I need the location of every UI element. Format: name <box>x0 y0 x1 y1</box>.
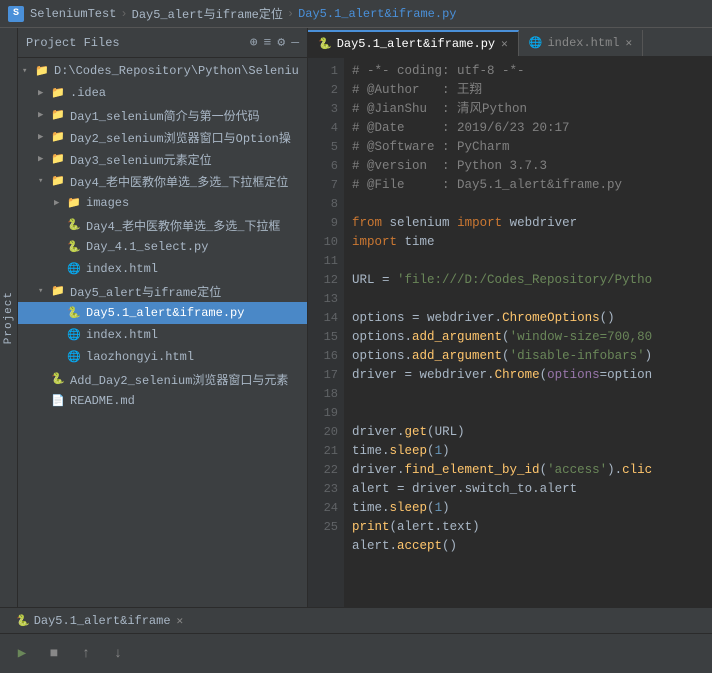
line-numbers: 12345 678910 1112131415 1617181920 21222… <box>308 58 344 607</box>
root-arrow: ▾ <box>22 66 34 76</box>
breadcrumb-file: Day5.1_alert&iframe.py <box>298 7 456 21</box>
tab-day51py[interactable]: 🐍 Day5.1_alert&iframe.py ✕ <box>308 30 519 56</box>
collapse-icon[interactable]: ≡ <box>264 35 272 50</box>
idea-icon: 📁 <box>50 85 66 101</box>
scroll-up-button[interactable]: ↑ <box>72 640 100 668</box>
tree-item-day4[interactable]: ▾ 📁 Day4_老中医教你单选_多选_下拉框定位 <box>18 170 307 192</box>
tree-item-day4-html[interactable]: ▶ 🌐 index.html <box>18 258 307 280</box>
day4py-icon: 🐍 <box>66 217 82 233</box>
main-layout: Project Project Files ⊕ ≡ ⚙ — ▾ 📁 D:\Cod… <box>0 28 712 607</box>
day2-arrow: ▶ <box>38 132 50 142</box>
day5html-label: index.html <box>86 328 158 342</box>
scroll-down-button[interactable]: ↓ <box>104 640 132 668</box>
addday2-icon: 🐍 <box>50 371 66 387</box>
tree-item-day5[interactable]: ▾ 📁 Day5_alert与iframe定位 <box>18 280 307 302</box>
project-panel-label[interactable]: Project <box>0 28 18 607</box>
tree-root[interactable]: ▾ 📁 D:\Codes_Repository\Python\Seleniu <box>18 60 307 82</box>
day2-icon: 📁 <box>50 129 66 145</box>
addday2-label: Add_Day2_selenium浏览器窗口与元素 <box>70 371 288 388</box>
title-bar: S SeleniumTest › Day5_alert与iframe定位 › D… <box>0 0 712 28</box>
tree-item-day3[interactable]: ▶ 📁 Day3_selenium元素定位 <box>18 148 307 170</box>
readme-icon: 📄 <box>50 393 66 409</box>
readme-label: README.md <box>70 394 135 408</box>
run-bar: 🐍 Day5.1_alert&iframe ✕ <box>0 607 712 633</box>
images-label: images <box>86 196 129 210</box>
project-vertical-text: Project <box>3 291 15 344</box>
run-tab[interactable]: 🐍 Day5.1_alert&iframe ✕ <box>8 608 191 633</box>
code-editor[interactable]: # -*- coding: utf-8 -*- # @Author : 王翔 #… <box>344 58 712 607</box>
images-icon: 📁 <box>66 195 82 211</box>
editor-area: 🐍 Day5.1_alert&iframe.py ✕ 🌐 index.html … <box>308 28 712 607</box>
tree-item-addday2[interactable]: ▶ 🐍 Add_Day2_selenium浏览器窗口与元素 <box>18 368 307 390</box>
run-tab-close[interactable]: ✕ <box>177 614 184 628</box>
day3-label: Day3_selenium元素定位 <box>70 151 212 168</box>
tree-item-day5-html[interactable]: ▶ 🌐 index.html <box>18 324 307 346</box>
root-label: D:\Codes_Repository\Python\Seleniu <box>54 64 299 78</box>
run-tab-icon: 🐍 <box>16 614 30 628</box>
day4-label: Day4_老中医教你单选_多选_下拉框定位 <box>70 173 288 190</box>
tab-indexhtml-close[interactable]: ✕ <box>625 36 632 50</box>
day5html-icon: 🌐 <box>66 327 82 343</box>
day1-label: Day1_selenium简介与第一份代码 <box>70 107 260 124</box>
breadcrumb-app: SeleniumTest <box>30 7 116 21</box>
day3-icon: 📁 <box>50 151 66 167</box>
file-tree: ▾ 📁 D:\Codes_Repository\Python\Seleniu ▶… <box>18 58 307 607</box>
tree-item-day2[interactable]: ▶ 📁 Day2_selenium浏览器窗口与Option操 <box>18 126 307 148</box>
breadcrumb-folder: Day5_alert与iframe定位 <box>132 5 283 22</box>
laozhongyi-label: laozhongyi.html <box>86 350 194 364</box>
images-arrow: ▶ <box>54 198 66 208</box>
tab-py-icon: 🐍 <box>318 37 332 51</box>
app-icon: S <box>8 6 24 22</box>
bottom-toolbar: ▶ ■ ↑ ↓ <box>0 633 712 673</box>
day3-arrow: ▶ <box>38 154 50 164</box>
day4html-icon: 🌐 <box>66 261 82 277</box>
idea-label: .idea <box>70 86 106 100</box>
add-file-icon[interactable]: ⊕ <box>250 35 258 50</box>
day5-arrow: ▾ <box>38 286 50 296</box>
tab-indexhtml[interactable]: 🌐 index.html ✕ <box>519 30 643 56</box>
tree-item-laozhongyi[interactable]: ▶ 🌐 laozhongyi.html <box>18 346 307 368</box>
day4-arrow: ▾ <box>38 176 50 186</box>
tab-bar: 🐍 Day5.1_alert&iframe.py ✕ 🌐 index.html … <box>308 28 712 58</box>
tree-item-day4py[interactable]: ▶ 🐍 Day4_老中医教你单选_多选_下拉框 <box>18 214 307 236</box>
day51py-label: Day5.1_alert&iframe.py <box>86 306 244 320</box>
day4html-label: index.html <box>86 262 158 276</box>
tab-day51py-close[interactable]: ✕ <box>501 37 508 51</box>
day4py-label: Day4_老中医教你单选_多选_下拉框 <box>86 217 280 234</box>
idea-arrow: ▶ <box>38 88 50 98</box>
sidebar-title: Project Files <box>26 36 250 50</box>
select-icon: 🐍 <box>66 239 82 255</box>
day1-icon: 📁 <box>50 107 66 123</box>
day51py-icon: 🐍 <box>66 305 82 321</box>
settings-icon[interactable]: ⚙ <box>277 35 285 50</box>
tree-item-select[interactable]: ▶ 🐍 Day_4.1_select.py <box>18 236 307 258</box>
tree-item-day1[interactable]: ▶ 📁 Day1_selenium简介与第一份代码 <box>18 104 307 126</box>
sidebar-toolbar: ⊕ ≡ ⚙ — <box>250 35 299 50</box>
run-button[interactable]: ▶ <box>8 640 36 668</box>
stop-button[interactable]: ■ <box>40 640 68 668</box>
select-label: Day_4.1_select.py <box>86 240 208 254</box>
sidebar-header: Project Files ⊕ ≡ ⚙ — <box>18 28 307 58</box>
day4-icon: 📁 <box>50 173 66 189</box>
laozhongyi-icon: 🌐 <box>66 349 82 365</box>
tree-item-images[interactable]: ▶ 📁 images <box>18 192 307 214</box>
minimize-icon[interactable]: — <box>291 35 299 50</box>
tree-item-day51py[interactable]: ▶ 🐍 Day5.1_alert&iframe.py <box>18 302 307 324</box>
day2-label: Day2_selenium浏览器窗口与Option操 <box>70 129 291 146</box>
day5-label: Day5_alert与iframe定位 <box>70 283 221 300</box>
project-sidebar: Project Files ⊕ ≡ ⚙ — ▾ 📁 D:\Codes_Repos… <box>18 28 308 607</box>
tree-item-readme[interactable]: ▶ 📄 README.md <box>18 390 307 412</box>
tree-item-idea[interactable]: ▶ 📁 .idea <box>18 82 307 104</box>
code-container: 12345 678910 1112131415 1617181920 21222… <box>308 58 712 607</box>
tab-html-icon: 🌐 <box>529 36 543 50</box>
root-folder-icon: 📁 <box>34 63 50 79</box>
day5-icon: 📁 <box>50 283 66 299</box>
day1-arrow: ▶ <box>38 110 50 120</box>
run-tab-label: Day5.1_alert&iframe <box>34 614 171 628</box>
tab-day51py-label: Day5.1_alert&iframe.py <box>337 37 495 51</box>
tab-indexhtml-label: index.html <box>547 36 619 50</box>
